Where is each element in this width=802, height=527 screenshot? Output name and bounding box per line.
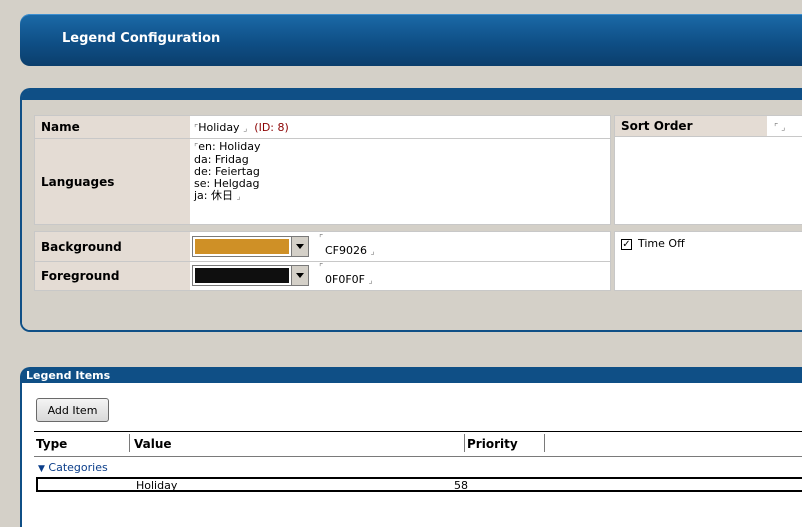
background-hex[interactable]: CF9026 [325, 244, 367, 257]
colors-grid: Background ⌜ CF9026 ⌟ Foreground ⌜ 0F0F0… [34, 231, 611, 291]
page-title: Legend Configuration [62, 31, 221, 46]
background-color-select[interactable] [192, 236, 309, 257]
sort-order-label: Sort Order [615, 116, 767, 136]
corner-icon: ⌟ [370, 247, 375, 257]
background-hex-field[interactable]: ⌜ CF9026 ⌟ [315, 234, 375, 258]
name-languages-grid: Name ⌜Holiday ⌟ (ID: 8) Languages ⌜en: H… [34, 115, 611, 225]
expand-icon[interactable]: ▼ [38, 464, 45, 474]
foreground-color-select[interactable] [192, 265, 309, 286]
column-value[interactable]: Value [134, 437, 172, 451]
time-off-checkbox[interactable]: ✓ Time Off [621, 237, 685, 250]
corner-icon: ⌟ [243, 124, 248, 134]
checkbox-checked-icon[interactable]: ✓ [621, 238, 632, 250]
time-off-label: Time Off [638, 237, 685, 250]
column-separator[interactable] [464, 434, 465, 452]
time-off-grid: ✓ Time Off [614, 231, 802, 291]
languages-field[interactable]: ⌜en: Holiday da: Fridag de: Feiertag se:… [190, 141, 261, 203]
items-table-header: Type Value Priority [34, 431, 802, 457]
corner-icon: ⌟ [236, 192, 241, 202]
foreground-label: Foreground [35, 262, 190, 290]
name-id: (ID: 8) [254, 121, 289, 134]
dropdown-icon[interactable] [291, 237, 308, 256]
language-ja: ja: 休日 [194, 189, 233, 202]
foreground-hex-field[interactable]: ⌜ 0F0F0F ⌟ [315, 263, 373, 287]
name-field[interactable]: ⌜Holiday ⌟ (ID: 8) [190, 121, 289, 134]
sort-order-field[interactable]: ⌜ ⌟ [770, 120, 785, 133]
group-label[interactable]: Categories [48, 461, 107, 474]
panel-top-bar [22, 90, 802, 100]
config-panel: Name ⌜Holiday ⌟ (ID: 8) Languages ⌜en: H… [20, 88, 802, 332]
table-row[interactable]: Holiday 58 [36, 477, 802, 492]
corner-icon: ⌜ ⌟ [774, 123, 786, 133]
background-swatch [195, 239, 289, 254]
sort-order-empty [614, 137, 802, 225]
panel-body: Name ⌜Holiday ⌟ (ID: 8) Languages ⌜en: H… [22, 100, 802, 330]
name-value[interactable]: Holiday [198, 121, 239, 134]
language-en: en: Holiday [198, 140, 261, 153]
group-categories[interactable]: ▼ Categories [38, 461, 108, 474]
row-priority: 58 [454, 479, 468, 492]
column-type[interactable]: Type [36, 437, 67, 451]
add-item-button[interactable]: Add Item [36, 398, 109, 422]
languages-label: Languages [35, 139, 190, 224]
corner-icon: ⌟ [368, 276, 373, 286]
name-label: Name [35, 116, 190, 138]
dropdown-icon[interactable] [291, 266, 308, 285]
background-label: Background [35, 232, 190, 261]
foreground-swatch [195, 268, 289, 283]
column-separator[interactable] [544, 434, 545, 452]
column-separator[interactable] [129, 434, 130, 452]
page-header: Legend Configuration [20, 14, 802, 66]
foreground-hex[interactable]: 0F0F0F [325, 273, 365, 286]
sort-order-grid: Sort Order ⌜ ⌟ [614, 115, 802, 137]
column-priority[interactable]: Priority [467, 437, 518, 451]
legend-items-title: Legend Items [22, 369, 802, 383]
row-value: Holiday [136, 479, 178, 492]
legend-items-panel: Legend Items Add Item Type Value Priorit… [20, 367, 802, 527]
